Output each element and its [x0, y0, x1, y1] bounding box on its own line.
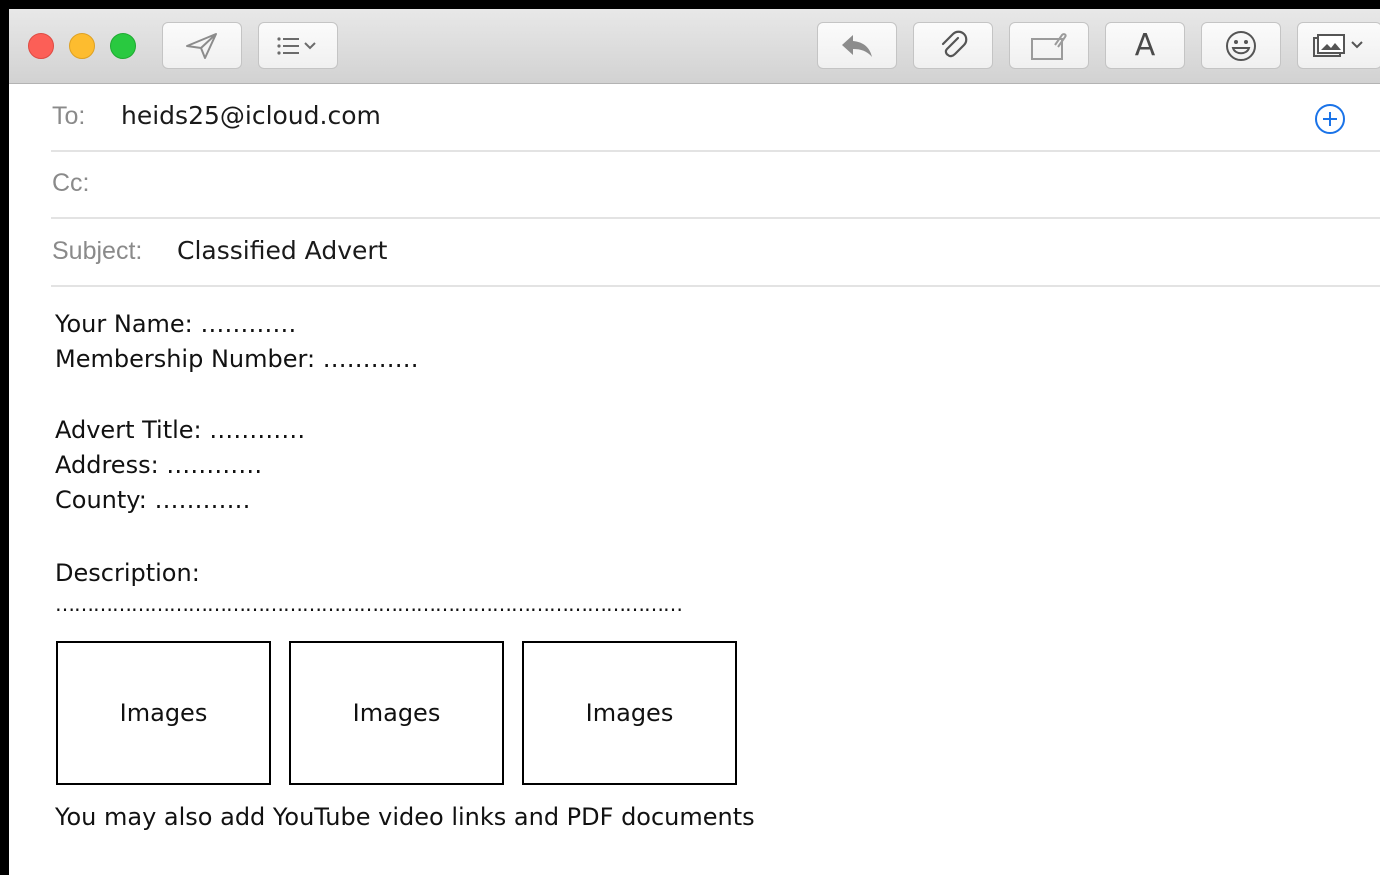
minimize-window-button[interactable] — [69, 33, 95, 59]
reply-arrow-icon — [839, 32, 875, 60]
smiley-icon — [1224, 29, 1258, 63]
format-letter-icon: A — [1134, 28, 1156, 63]
list-chevron-icon — [275, 35, 321, 57]
your-name-line: Your Name: ………… — [55, 310, 297, 338]
description-label: Description: — [55, 559, 200, 587]
to-field[interactable]: heids25@icloud.com — [121, 101, 381, 130]
separator — [51, 150, 1380, 152]
photo-browser-icon — [1312, 32, 1368, 60]
add-recipient-button[interactable] — [1314, 103, 1346, 135]
image-placeholder: Images — [289, 641, 504, 785]
photo-browser-button[interactable] — [1297, 22, 1380, 69]
send-button[interactable] — [162, 22, 242, 69]
advert-title-line: Advert Title: ………… — [55, 416, 306, 444]
toolbar: A — [9, 9, 1380, 84]
image-placeholder: Images — [56, 641, 271, 785]
paper-plane-icon — [185, 32, 219, 60]
zoom-window-button[interactable] — [110, 33, 136, 59]
county-line: County: ………… — [55, 486, 251, 514]
separator — [51, 285, 1380, 287]
attachment-markup-icon — [1029, 31, 1069, 61]
markup-button[interactable] — [1009, 22, 1089, 69]
close-window-button[interactable] — [28, 33, 54, 59]
emoji-button[interactable] — [1201, 22, 1281, 69]
address-line: Address: ………… — [55, 451, 263, 479]
mail-compose-window: A To: heids25@icloud.com Cc: Subject: Cl… — [0, 0, 1380, 875]
reply-button[interactable] — [817, 22, 897, 69]
cc-label: Cc: — [52, 169, 90, 197]
attach-button[interactable] — [913, 22, 993, 69]
membership-line: Membership Number: ………… — [55, 345, 419, 373]
header-fields-button[interactable] — [258, 22, 338, 69]
description-dots: ……………………………………………………………………………………… — [55, 592, 683, 616]
subject-label: Subject: — [52, 237, 143, 265]
separator — [51, 217, 1380, 219]
image-placeholder: Images — [522, 641, 737, 785]
paperclip-icon — [938, 30, 968, 62]
format-button[interactable]: A — [1105, 22, 1185, 69]
footer-note: You may also add YouTube video links and… — [55, 803, 755, 831]
to-label: To: — [52, 102, 86, 130]
subject-field[interactable]: Classified Advert — [177, 236, 387, 265]
plus-circle-icon — [1314, 104, 1346, 139]
